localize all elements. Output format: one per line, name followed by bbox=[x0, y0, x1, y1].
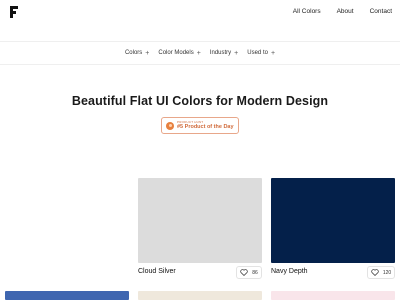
nav-contact[interactable]: Contact bbox=[370, 8, 392, 15]
category-label: Industry bbox=[209, 50, 232, 56]
category-color-models[interactable]: Color Models + bbox=[158, 50, 200, 57]
nav-about[interactable]: About bbox=[337, 8, 354, 15]
category-label: Used to bbox=[247, 50, 268, 56]
plus-icon: + bbox=[270, 49, 276, 57]
like-count: 86 bbox=[252, 269, 258, 276]
logo[interactable] bbox=[10, 6, 20, 18]
color-swatch[interactable] bbox=[271, 291, 395, 300]
heart-icon bbox=[240, 269, 248, 276]
badge-label: #5 Product of the Day bbox=[177, 123, 234, 130]
category-nav: Colors + Color Models + Industry + Used … bbox=[0, 41, 400, 65]
color-name[interactable]: Cloud Silver bbox=[138, 268, 176, 275]
heart-icon bbox=[371, 269, 379, 276]
like-count: 120 bbox=[382, 269, 392, 276]
category-colors[interactable]: Colors + bbox=[125, 50, 149, 57]
category-used-to[interactable]: Used to + bbox=[247, 50, 275, 57]
color-swatch[interactable] bbox=[138, 291, 262, 300]
plus-icon: + bbox=[196, 49, 201, 57]
like-button[interactable]: 120 bbox=[367, 266, 395, 279]
top-nav: All Colors About Contact bbox=[293, 8, 392, 15]
category-label: Color Models bbox=[158, 50, 194, 56]
plus-icon: + bbox=[234, 49, 239, 57]
category-industry[interactable]: Industry + bbox=[210, 50, 238, 57]
plus-icon: + bbox=[145, 49, 150, 57]
color-name[interactable]: Navy Depth bbox=[271, 268, 308, 275]
color-swatch-cloud-silver[interactable] bbox=[138, 178, 262, 263]
color-swatch[interactable] bbox=[5, 291, 129, 300]
product-hunt-badge[interactable]: PRODUCT HUNT #5 Product of the Day bbox=[161, 117, 239, 134]
page-title: Beautiful Flat UI Colors for Modern Desi… bbox=[71, 94, 329, 108]
top-bar: All Colors About Contact bbox=[0, 0, 400, 26]
nav-all-colors[interactable]: All Colors bbox=[293, 8, 321, 15]
color-swatch-navy-depth[interactable] bbox=[271, 178, 395, 263]
category-label: Colors bbox=[124, 50, 143, 56]
medal-icon bbox=[166, 121, 174, 130]
like-button[interactable]: 86 bbox=[236, 266, 262, 279]
